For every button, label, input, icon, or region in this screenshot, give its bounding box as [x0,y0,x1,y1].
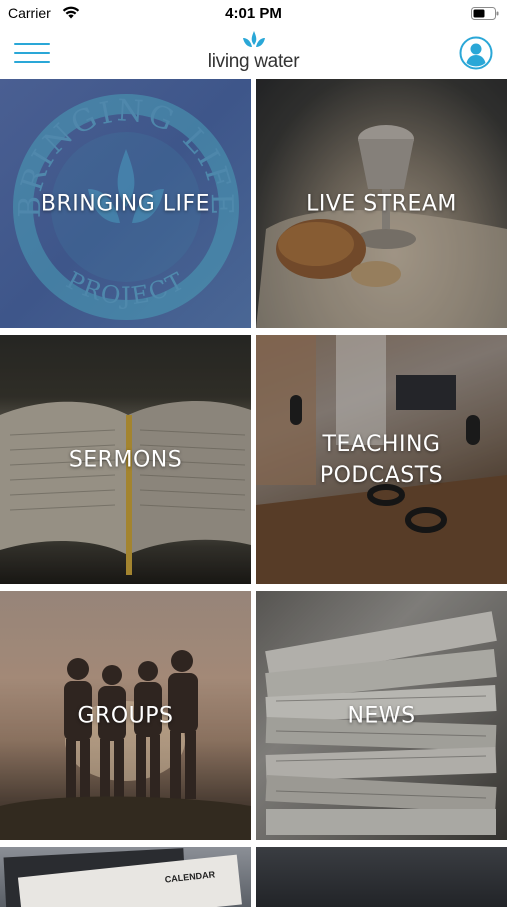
clock-time: 4:01 PM [225,5,282,22]
tile-label: BRINGING LIFE [40,191,211,216]
tile-teaching-podcasts[interactable]: TEACHING PODCASTS [256,335,507,584]
tile-bringing-life[interactable]: BRINGING LIFE PROJECT BRINGING LIFE [0,79,251,328]
status-bar: Carrier 4:01 PM [0,0,507,28]
tile-label: SERMONS [68,447,183,472]
menu-grid: BRINGING LIFE PROJECT BRINGING LIFE LIVE… [0,79,507,907]
tile-label: GROUPS [77,703,174,728]
logo-wordmark: living water [207,51,300,72]
battery-icon [471,7,499,20]
app-logo: living water [0,30,507,73]
tile-groups[interactable]: GROUPS [0,591,251,840]
tile-live-stream[interactable]: LIVE STREAM [256,79,507,328]
tile-sermons[interactable]: SERMONS [0,335,251,584]
user-profile-button[interactable] [459,36,493,70]
tile-calendar[interactable]: CALENDAR [0,847,251,907]
tile-news[interactable]: NEWS [256,591,507,840]
water-drop-logo-icon [242,31,265,47]
nav-bar: living water [0,28,507,78]
tile-partial-dark[interactable] [256,847,507,907]
tile-label: NEWS [347,703,416,728]
tile-label: TEACHING PODCASTS [319,431,444,488]
calendar-image: CALENDAR [3,848,242,907]
tile-label: LIVE STREAM [306,191,457,216]
